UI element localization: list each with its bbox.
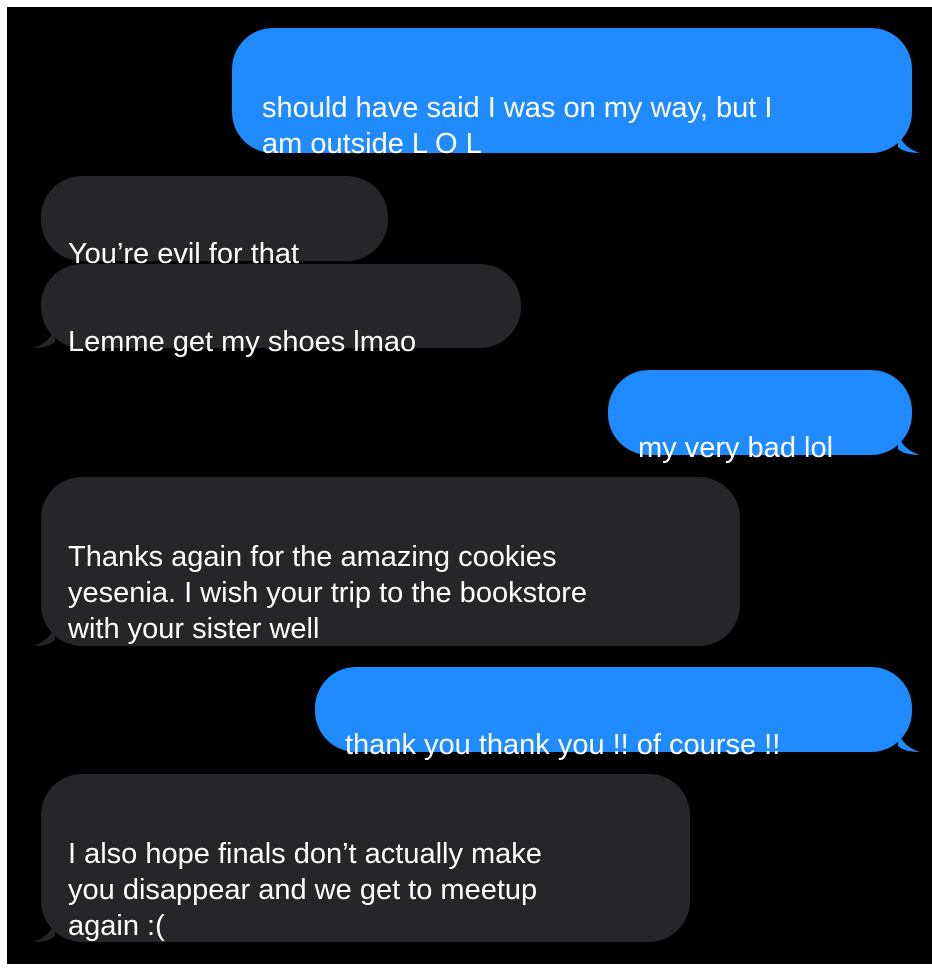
- message-bubble-incoming[interactable]: Lemme get my shoes lmao: [33, 264, 521, 358]
- message-bubble-outgoing[interactable]: thank you thank you !! of course !!: [315, 667, 920, 761]
- message-text: thank you thank you !! of course !!: [345, 729, 781, 761]
- bubble-tail-icon: [33, 922, 55, 942]
- message-text: Thanks again for the amazing cookies yes…: [68, 541, 588, 645]
- message-text: should have said I was on my way, but I …: [262, 92, 773, 160]
- message-text: Lemme get my shoes lmao: [68, 326, 417, 358]
- message-bubble-outgoing[interactable]: my very bad lol: [608, 370, 920, 464]
- message-text: my very bad lol: [638, 432, 834, 464]
- bubble-tail-icon: [33, 328, 55, 348]
- conversation-thread: should have said I was on my way, but I …: [7, 7, 932, 964]
- message-bubble-incoming[interactable]: I also hope finals don’t actually make y…: [33, 774, 690, 942]
- message-bubble-incoming[interactable]: You’re evil for that: [41, 176, 388, 270]
- bubble-tail-icon: [33, 626, 55, 646]
- bubble-tail-icon: [898, 435, 920, 455]
- bubble-tail-icon: [898, 133, 920, 153]
- message-bubble-outgoing[interactable]: should have said I was on my way, but I …: [232, 28, 920, 160]
- message-text: I also hope finals don’t actually make y…: [68, 838, 542, 942]
- message-bubble-incoming[interactable]: Thanks again for the amazing cookies yes…: [33, 477, 740, 646]
- bubble-tail-icon: [898, 732, 920, 752]
